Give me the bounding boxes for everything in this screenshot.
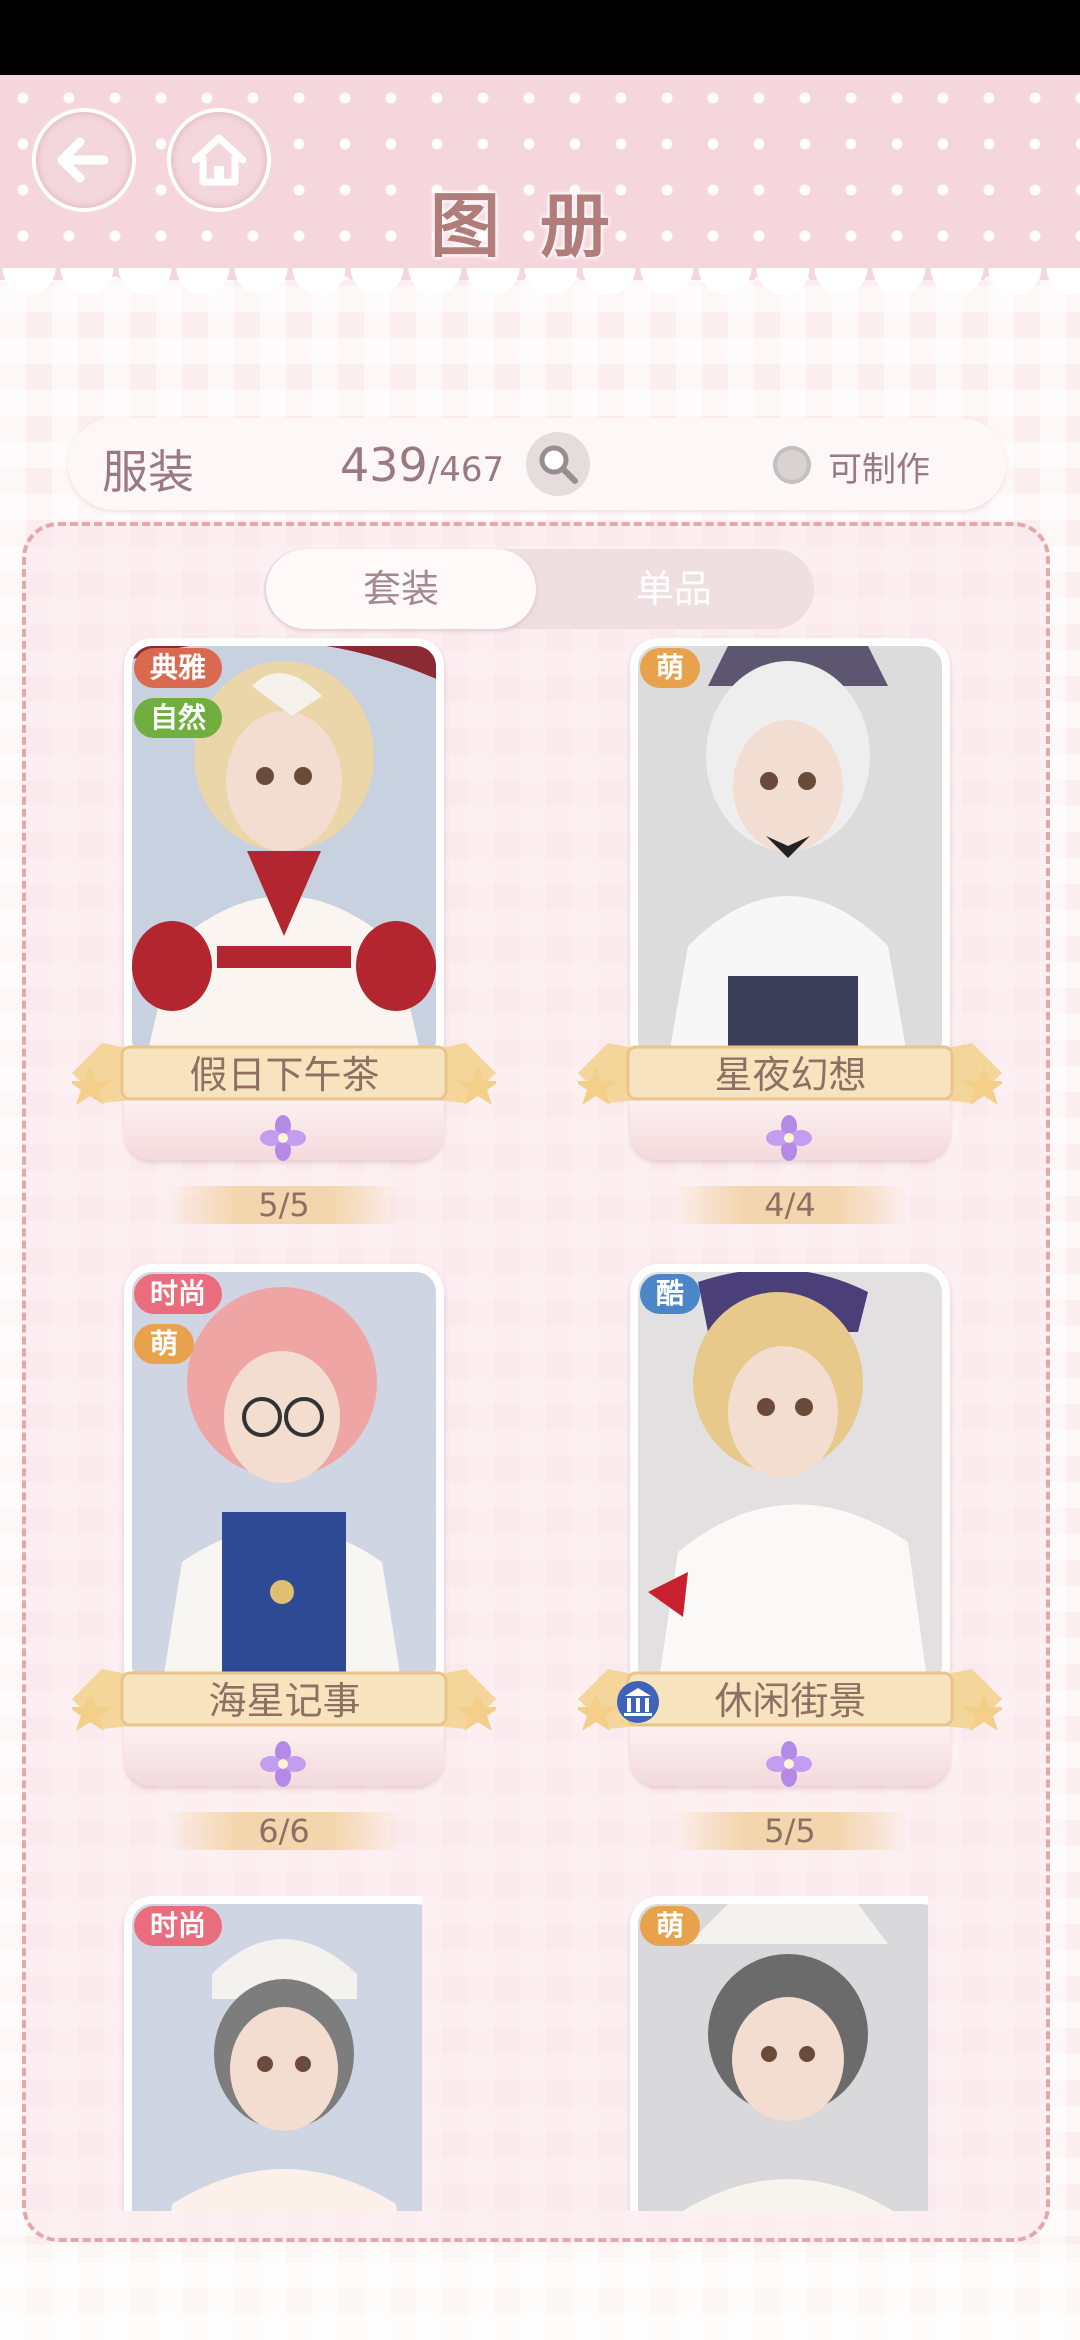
flower-icon — [259, 1740, 307, 1788]
card-frame — [630, 1264, 950, 1694]
status-bar — [0, 0, 1080, 75]
count-separator: / — [427, 450, 440, 490]
flower-icon — [765, 1114, 813, 1162]
outfit-image — [132, 1904, 422, 2211]
tag-nature: 自然 — [134, 698, 223, 738]
bottom-area — [0, 2244, 1080, 2340]
suit-item-toggle: 套装 单品 — [264, 549, 814, 629]
tag-fashion: 时尚 — [134, 1274, 223, 1314]
tab-items[interactable]: 单品 — [539, 549, 809, 629]
suit-name: 星夜幻想 — [714, 1053, 867, 1097]
owned-count: 439 — [340, 438, 428, 492]
flower-icon — [259, 1114, 307, 1162]
category-label: 服装 — [102, 445, 194, 499]
tag-elegant: 典雅 — [134, 648, 223, 688]
search-button[interactable] — [526, 432, 590, 496]
tag-cute: 萌 — [640, 1906, 701, 1946]
lace-trim — [0, 268, 1080, 348]
suit-card-5[interactable]: 时尚 — [72, 1896, 422, 2211]
progress-label: 6/6 — [166, 1812, 402, 1850]
building-badge-icon — [617, 1681, 659, 1723]
suit-name: 海星记事 — [208, 1679, 361, 1723]
page-title: 图册 — [430, 184, 650, 267]
suit-card-6[interactable]: 萌 — [578, 1896, 928, 2211]
tag-fashion: 时尚 — [134, 1906, 223, 1946]
progress-label: 5/5 — [166, 1186, 402, 1224]
outfit-image — [638, 646, 942, 1060]
outfit-image — [638, 1272, 942, 1686]
total-count: 467 — [439, 450, 505, 490]
progress-label: 5/5 — [672, 1812, 908, 1850]
card-frame — [630, 638, 950, 1068]
suit-name: 休闲街景 — [714, 1679, 867, 1723]
flower-icon — [765, 1740, 813, 1788]
tag-cool: 酷 — [640, 1274, 701, 1314]
tab-suits[interactable]: 套装 — [266, 549, 536, 629]
tag-cute: 萌 — [640, 648, 701, 688]
progress-label: 4/4 — [672, 1186, 908, 1224]
craftable-radio[interactable] — [773, 446, 811, 484]
suit-name: 假日下午茶 — [189, 1053, 380, 1097]
collection-count: 439/467 — [340, 438, 504, 492]
magnifier-icon — [539, 445, 578, 484]
craftable-label[interactable]: 可制作 — [828, 442, 930, 491]
outfit-image — [638, 1904, 928, 2211]
tag-cute: 萌 — [134, 1324, 195, 1364]
stats-bar: 服装 439/467 可制作 — [68, 418, 1006, 510]
